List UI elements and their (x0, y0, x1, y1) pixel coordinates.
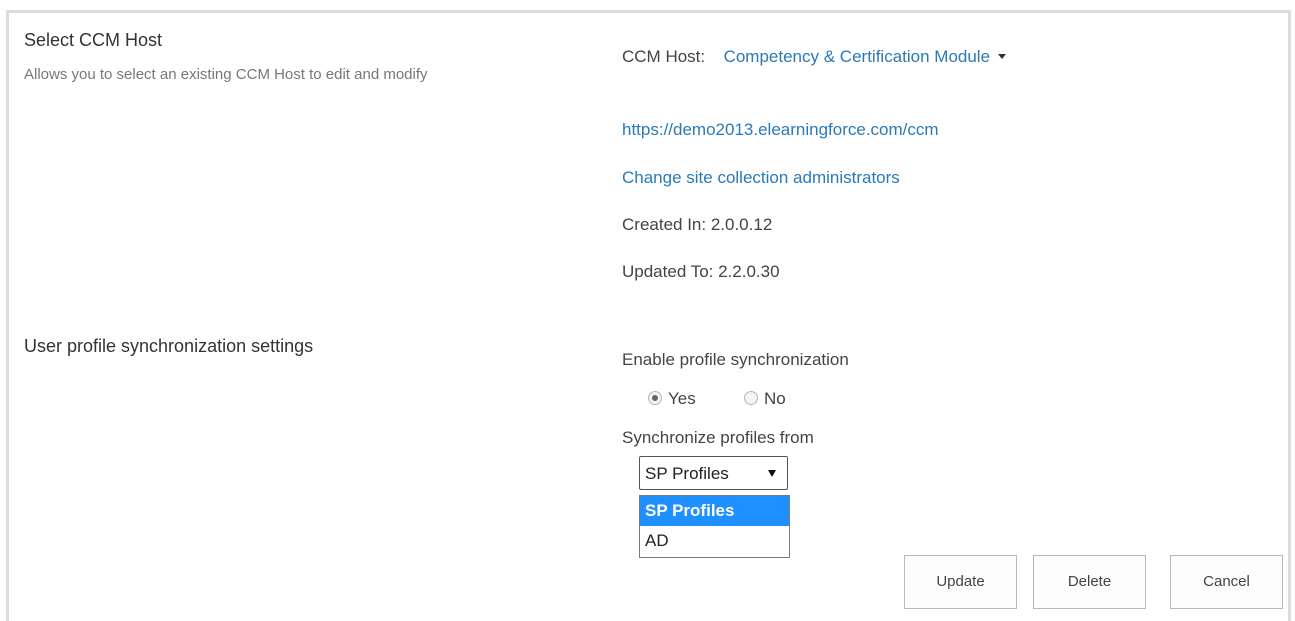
radio-unchecked-icon[interactable] (744, 391, 758, 406)
radio-no-label: No (764, 389, 786, 408)
dropdown-option-ad[interactable]: AD (640, 526, 789, 556)
select-ccm-host-description: Allows you to select an existing CCM Hos… (24, 66, 428, 83)
change-site-collection-admins-link[interactable]: Change site collection administrators (622, 168, 900, 188)
created-in-version: Created In: 2.0.0.12 (622, 215, 773, 234)
cancel-button[interactable]: Cancel (1170, 555, 1283, 609)
delete-button[interactable]: Delete (1033, 555, 1146, 609)
sync-profiles-from-label: Synchronize profiles from (622, 428, 814, 447)
user-profile-sync-title: User profile synchronization settings (24, 336, 314, 356)
sync-source-dropdown-list: SP Profiles AD (639, 495, 790, 558)
ccm-host-dropdown[interactable]: Competency & Certification Module (723, 47, 1007, 67)
update-button[interactable]: Update (904, 555, 1017, 609)
dropdown-arrow-icon (768, 470, 776, 477)
radio-checked-icon[interactable] (648, 391, 662, 406)
enable-profile-sync-label: Enable profile synchronization (622, 350, 849, 369)
radio-no[interactable]: No (744, 389, 786, 409)
ccm-host-value: Competency & Certification Module (723, 47, 991, 66)
updated-to-version: Updated To: 2.2.0.30 (622, 262, 780, 281)
radio-yes-label: Yes (668, 389, 696, 408)
ccm-host-label: CCM Host: (622, 47, 706, 66)
ccm-host-row: CCM Host: Competency & Certification Mod… (622, 47, 1007, 67)
ccm-host-url-link[interactable]: https://demo2013.elearningforce.com/ccm (622, 120, 939, 140)
sync-source-selected-value: SP Profiles (645, 464, 729, 483)
select-ccm-host-title: Select CCM Host (24, 30, 163, 50)
chevron-down-icon (998, 54, 1007, 60)
sync-source-select[interactable]: SP Profiles (639, 456, 788, 490)
radio-yes[interactable]: Yes (648, 389, 696, 409)
dropdown-option-sp-profiles[interactable]: SP Profiles (640, 496, 789, 526)
